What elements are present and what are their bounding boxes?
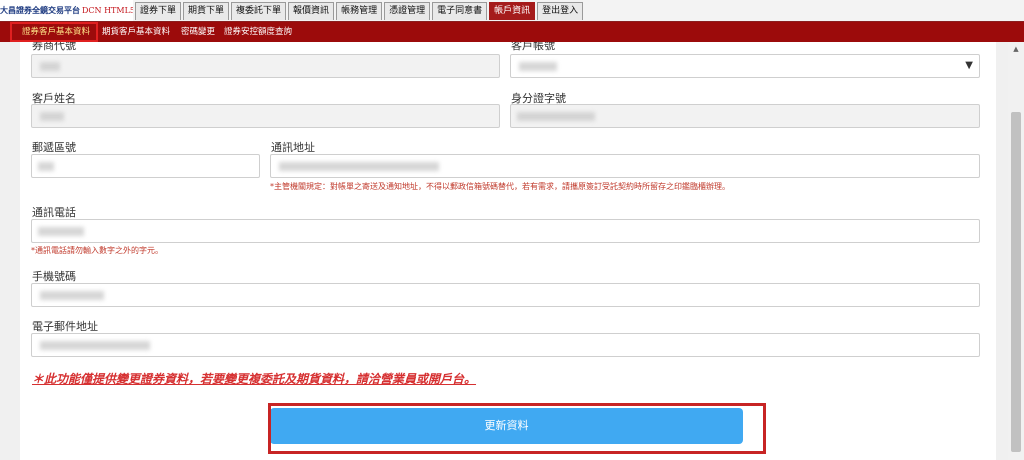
broker-code-label: 券商代號 (32, 42, 76, 52)
subnav-securities-customer-info[interactable]: 證券客戶基本資料 (22, 22, 90, 42)
id-number-field (510, 104, 980, 128)
scroll-up-arrow-icon[interactable]: ▲ (1008, 42, 1024, 56)
subnav-password-change[interactable]: 密碼變更 (181, 22, 215, 42)
subnav-futures-customer-info[interactable]: 期貨客戶基本資料 (102, 22, 170, 42)
scrollbar-thumb[interactable] (1011, 112, 1021, 452)
brand-logo: 大昌證券全鏡交易平台 DCN HTML5 (0, 0, 133, 21)
address-hint: *主管機關規定：對帳單之寄送及通知地址，不得以郵政信箱號碼替代，若有需求，請攜原… (270, 182, 730, 191)
top-menu-bar: 大昌證券全鏡交易平台 DCN HTML5 證券下單 期貨下單 複委託下單 報價資訊… (0, 0, 1024, 22)
update-data-button[interactable]: 更新資料 (270, 408, 743, 444)
phone-label: 通訊電話 (32, 206, 76, 219)
tab-logout-login[interactable]: 登出登入 (537, 2, 584, 20)
email-label: 電子郵件地址 (32, 320, 98, 333)
mobile-label: 手機號碼 (32, 270, 76, 283)
tab-sub-brokerage-order[interactable]: 複委託下單 (231, 2, 287, 20)
vertical-scrollbar[interactable]: ▲ (1008, 42, 1024, 460)
customer-info-form: 券商代號 客戶帳號 ▼ 客戶姓名 身分證字號 郵遞區號 通訊地址 *主管機關規定… (20, 42, 996, 460)
zip-code-label: 郵遞區號 (32, 141, 76, 154)
account-select[interactable]: ▼ (510, 54, 980, 78)
brand-version: DCN HTML5 (82, 6, 133, 15)
tab-e-consent[interactable]: 電子同意書 (432, 2, 488, 20)
customer-name-field (31, 104, 500, 128)
brand-name: 大昌證券全鏡交易平台 (0, 6, 80, 15)
tab-account-management[interactable]: 帳務管理 (336, 2, 383, 20)
phone-input[interactable] (31, 219, 980, 243)
email-input[interactable] (31, 333, 980, 357)
chevron-down-icon: ▼ (965, 60, 973, 71)
subnav-security-limit-query[interactable]: 證券安控額度查詢 (224, 22, 292, 42)
sub-navigation: 證券客戶基本資料 期貨客戶基本資料 密碼變更 證券安控額度查詢 (0, 22, 1024, 42)
address-input[interactable] (270, 154, 980, 178)
tab-account-info[interactable]: 帳戶資訊 (489, 2, 536, 20)
broker-code-field (31, 54, 500, 78)
phone-hint: *通訊電話請勿輸入數字之外的字元。 (31, 246, 163, 255)
account-label: 客戶帳號 (511, 42, 555, 52)
change-notice: ＊此功能僅提供變更證券資料，若要變更複委託及期貨資料，請洽營業員或開戶台。 (32, 372, 477, 386)
tab-futures-order[interactable]: 期貨下單 (183, 2, 230, 20)
tab-quotes[interactable]: 報價資訊 (288, 2, 335, 20)
zip-code-input[interactable] (31, 154, 260, 178)
mobile-input[interactable] (31, 283, 980, 307)
tab-securities-order[interactable]: 證券下單 (135, 2, 182, 20)
tab-certificate-management[interactable]: 憑證管理 (384, 2, 431, 20)
main-tabs: 證券下單 期貨下單 複委託下單 報價資訊 帳務管理 憑證管理 電子同意書 帳戶資… (135, 2, 585, 21)
address-label: 通訊地址 (271, 141, 315, 154)
